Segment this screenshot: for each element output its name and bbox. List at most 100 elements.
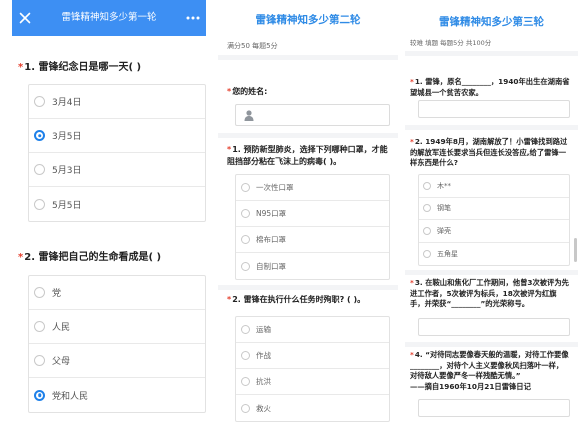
answer-option[interactable]: 3月4日 [29, 85, 205, 119]
question-text: 1. 雷锋纪念日是哪一天( ) [24, 62, 142, 73]
radio-button[interactable] [241, 377, 250, 386]
name-label-text: 您的姓名: [232, 87, 268, 96]
radio-button[interactable] [34, 355, 45, 366]
answer-option[interactable]: 五角星 [419, 243, 569, 266]
name-label: *您的姓名: [227, 86, 395, 98]
answer-1-field [418, 100, 570, 118]
radio-button[interactable] [241, 403, 250, 413]
round2-screen: 雷锋精神知多少第二轮 满分50 每题5分 *您的姓名: *1. 预防新型肺炎，选… [218, 0, 398, 430]
question-3-title: *3. 在鞍山和焦化厂工作期间，他曾3次被评为先进工作者，5次被评为标兵，18次… [410, 278, 570, 310]
option-label: 人民 [52, 323, 71, 333]
answer-3-field [418, 318, 570, 336]
page-title: 雷锋精神知多少第一轮 [61, 12, 157, 23]
radio-button[interactable] [34, 96, 45, 107]
answer-option[interactable]: 党 [29, 276, 205, 310]
radio-button[interactable] [241, 261, 250, 271]
quote-source: ——摘自1960年10月21日雷锋日记 [410, 381, 531, 391]
required-mark: * [18, 62, 24, 73]
radio-button[interactable] [241, 235, 250, 244]
radio-button[interactable] [34, 130, 45, 141]
radio-button[interactable] [34, 198, 45, 210]
question-2-options: 党 人民 父母 党和人民 [28, 275, 206, 413]
section-divider [405, 270, 578, 275]
answer-option[interactable]: 自制口罩 [236, 253, 389, 279]
option-label: 父母 [52, 357, 71, 367]
answer-4-input[interactable] [419, 400, 569, 416]
score-info: 满分50 每题5分 [227, 42, 278, 50]
answer-option[interactable]: 3月5日 [29, 119, 205, 153]
radio-button[interactable] [423, 226, 431, 235]
answer-option[interactable]: 父母 [29, 344, 205, 378]
option-label: 棉布口罩 [256, 235, 286, 244]
more-button[interactable] [185, 12, 201, 24]
radio-button[interactable] [423, 249, 431, 258]
option-label: 弹壳 [437, 226, 451, 235]
name-field [235, 104, 390, 126]
question-1-title: *1. 雷锋，原名________，1940年出生在湖南省望城县一个贫苦农家。 [410, 77, 570, 98]
section-divider [405, 342, 578, 347]
close-button[interactable] [18, 11, 32, 25]
answer-option[interactable]: 弹壳 [419, 220, 569, 243]
close-icon [19, 12, 31, 24]
radio-button[interactable] [241, 209, 250, 218]
option-label: 党 [52, 289, 62, 299]
radio-button[interactable] [34, 287, 45, 298]
radio-button[interactable] [241, 351, 250, 360]
option-label: 党和人民 [52, 391, 89, 402]
required-mark: * [227, 295, 232, 304]
radio-button[interactable] [34, 164, 45, 175]
page-title: 雷锋精神知多少第二轮 [255, 14, 361, 26]
answer-4-field [418, 399, 570, 417]
answer-option[interactable]: 运输 [236, 317, 389, 343]
scrollbar-thumb[interactable] [574, 238, 577, 262]
option-label: 运输 [256, 325, 271, 334]
required-mark: * [410, 137, 414, 146]
answer-option[interactable]: 党和人民 [29, 378, 205, 412]
question-text: 1. 雷锋，原名________，1940年出生在湖南省望城县一个贫苦农家。 [410, 77, 570, 97]
option-label: 5月3日 [52, 166, 82, 176]
radio-button[interactable] [34, 389, 45, 401]
question-1-options: 3月4日 3月5日 5月3日 5月5日 [28, 84, 206, 222]
section-divider [405, 125, 578, 130]
radio-button[interactable] [423, 181, 431, 190]
round1-screen: 雷锋精神知多少第一轮 *1. 雷锋纪念日是哪一天( ) 3月4日 3月5日 5月… [12, 0, 206, 430]
question-text: 2. 雷锋在执行什么任务时殉职? ( )。 [232, 295, 366, 304]
answer-option[interactable]: 作战 [236, 343, 389, 369]
question-2-title: *2. 雷锋在执行什么任务时殉职? ( )。 [227, 294, 395, 306]
answer-1-input[interactable] [419, 101, 569, 117]
answer-option[interactable]: 一次性口罩 [236, 175, 389, 201]
name-input[interactable] [236, 105, 389, 125]
required-mark: * [410, 77, 414, 86]
answer-option[interactable]: 抗洪 [236, 369, 389, 395]
answer-option[interactable]: 人民 [29, 310, 205, 344]
question-4-title: *4. “对待同志要像春天般的温暖，对待工作要像________，对待个人主义要… [410, 350, 570, 392]
option-label: N95口罩 [256, 209, 287, 218]
question-2-title: *2. 1949年8月，湖南解放了！小雷锋找到路过的解放军连长要求当兵但连长没答… [410, 137, 570, 169]
radio-button[interactable] [423, 204, 431, 213]
answer-option[interactable]: 救火 [236, 395, 389, 421]
option-label: 木** [437, 181, 451, 190]
option-label: 3月4日 [52, 98, 82, 108]
question-2-options: 运输 作战 抗洪 救火 [235, 316, 390, 422]
answer-3-input[interactable] [419, 319, 569, 335]
radio-button[interactable] [241, 325, 250, 334]
app-header: 雷锋精神知多少第一轮 [12, 0, 206, 36]
radio-button[interactable] [34, 321, 45, 332]
answer-option[interactable]: N95口罩 [236, 201, 389, 227]
option-label: 救火 [256, 403, 271, 413]
question-1-title: *1. 预防新型肺炎，选择下列哪种口罩，才能阻挡部分粘在飞沫上的病毒( )。 [227, 144, 395, 168]
question-1-title: *1. 雷锋纪念日是哪一天( ) [18, 61, 204, 75]
radio-button[interactable] [241, 183, 250, 192]
answer-option[interactable]: 棉布口罩 [236, 227, 389, 253]
required-mark: * [18, 252, 24, 263]
option-label: 一次性口罩 [256, 183, 294, 192]
round3-screen: 雷锋精神知多少第三轮 较难 填题 每题5分 共100分 *1. 雷锋，原名___… [405, 0, 578, 430]
answer-option[interactable]: 钢笔 [419, 198, 569, 220]
answer-option[interactable]: 5月3日 [29, 153, 205, 187]
more-icon [186, 16, 200, 20]
option-label: 3月5日 [52, 132, 82, 142]
answer-option[interactable]: 5月5日 [29, 187, 205, 221]
question-text: 4. “对待同志要像春天般的温暖，对待工作要像________，对待个人主义要像… [410, 350, 569, 380]
answer-option[interactable]: 木** [419, 175, 569, 198]
question-1-options: 一次性口罩 N95口罩 棉布口罩 自制口罩 [235, 174, 390, 280]
